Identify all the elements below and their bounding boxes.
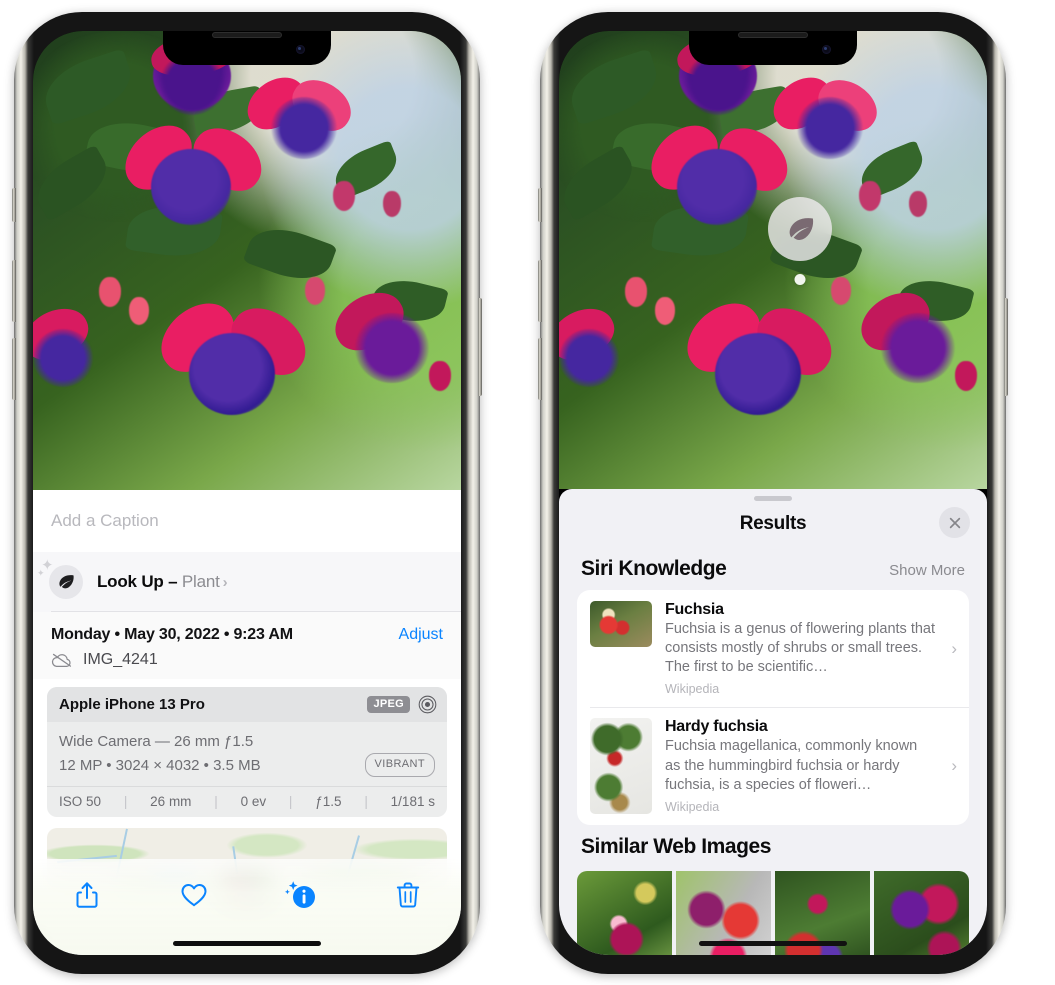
- volume-up-button[interactable]: [12, 260, 16, 322]
- home-indicator[interactable]: [173, 941, 321, 946]
- delete-button[interactable]: [381, 873, 435, 917]
- home-indicator[interactable]: [699, 941, 847, 946]
- list-item[interactable]: Fuchsia Fuchsia is a genus of flowering …: [577, 590, 969, 707]
- earpiece-speaker: [212, 32, 282, 38]
- result-thumbnail: [590, 718, 652, 815]
- chevron-right-icon: ›: [951, 756, 957, 776]
- show-more-button[interactable]: Show More: [889, 562, 965, 579]
- exif-separator: |: [288, 794, 293, 810]
- visual-lookup-pin[interactable]: [768, 197, 832, 261]
- exif-row: ISO 50 | 26 mm | 0 ev | ƒ1.5 | 1/181 s: [47, 786, 447, 817]
- result-source: Wikipedia: [665, 682, 720, 697]
- list-item[interactable]: Hardy fuchsia Fuchsia magellanica, commo…: [577, 707, 969, 825]
- result-description: Fuchsia is a genus of flowering plants t…: [665, 621, 936, 676]
- leaf-icon: [789, 217, 813, 240]
- iphone-left-screen: Add a Caption ✦ ✦ Look Up – Plant › Monda…: [33, 31, 461, 955]
- exif-separator: |: [123, 794, 128, 810]
- web-image-thumbnail[interactable]: [874, 871, 969, 955]
- favorite-button[interactable]: [167, 873, 221, 917]
- cloud-slash-icon: [51, 653, 72, 667]
- camera-info-card: Apple iPhone 13 Pro JPEG Wide Camera — 2…: [47, 687, 447, 818]
- chevron-right-icon: ›: [222, 574, 228, 591]
- earpiece-speaker: [738, 32, 808, 38]
- volume-up-button[interactable]: [538, 260, 542, 322]
- front-camera: [822, 45, 831, 54]
- close-icon: [949, 517, 960, 528]
- fuchsia-flowers-photo[interactable]: [559, 31, 987, 489]
- sheet-title: Results: [739, 513, 807, 534]
- iphone-left-device: Add a Caption ✦ ✦ Look Up – Plant › Monda…: [12, 12, 482, 974]
- exif-focal-length: 26 mm: [150, 794, 192, 810]
- volume-down-button[interactable]: [12, 338, 16, 400]
- info-button[interactable]: [274, 873, 328, 917]
- exif-separator: |: [364, 794, 368, 810]
- look-up-prefix: Look Up –: [97, 572, 182, 591]
- result-thumbnail: [590, 601, 652, 647]
- siri-knowledge-cards: Fuchsia Fuchsia is a genus of flowering …: [577, 590, 969, 826]
- sparkle-small-icon: ✦: [37, 568, 45, 578]
- mute-switch[interactable]: [538, 188, 542, 222]
- mute-switch[interactable]: [12, 188, 16, 222]
- siri-knowledge-header: Siri Knowledge Show More: [559, 547, 987, 590]
- look-up-row[interactable]: ✦ ✦ Look Up – Plant ›: [33, 552, 461, 612]
- notch: [163, 31, 331, 65]
- result-source: Wikipedia: [665, 799, 720, 814]
- result-title: Fuchsia: [665, 601, 724, 618]
- lens-icon: [418, 695, 437, 714]
- camera-device-name: Apple iPhone 13 Pro: [59, 696, 205, 713]
- image-size-line: 12 MP • 3024 × 4032 • 3.5 MB: [59, 756, 261, 774]
- similar-web-images-title: Similar Web Images: [581, 835, 771, 859]
- exif-separator: |: [214, 794, 218, 810]
- trash-icon: [396, 882, 419, 908]
- photographic-style-badge: VIBRANT: [364, 753, 435, 778]
- photo-info-panel: Add a Caption ✦ ✦ Look Up – Plant › Monda…: [33, 490, 461, 955]
- result-description: Fuchsia magellanica, commonly known as t…: [665, 738, 918, 793]
- web-image-thumbnail[interactable]: [577, 871, 672, 955]
- share-button[interactable]: [60, 873, 114, 917]
- chevron-right-icon: ›: [951, 638, 957, 658]
- exif-shutter-speed: 1/181 s: [390, 794, 435, 810]
- result-title: Hardy fuchsia: [665, 718, 768, 736]
- siri-knowledge-title: Siri Knowledge: [581, 557, 727, 580]
- lens-description: Wide Camera — 26 mm ƒ1.5: [59, 733, 254, 750]
- volume-down-button[interactable]: [538, 338, 542, 400]
- exif-aperture: ƒ1.5: [315, 794, 342, 810]
- adjust-button[interactable]: Adjust: [399, 626, 443, 644]
- file-name: IMG_4241: [83, 651, 158, 668]
- similar-web-images-header: Similar Web Images: [559, 825, 987, 863]
- close-button[interactable]: [939, 507, 970, 538]
- results-sheet: Results Siri Knowledge Show More Fuchsia…: [559, 489, 987, 955]
- exif-exposure-bias: 0 ev: [240, 794, 267, 810]
- power-button[interactable]: [1004, 298, 1008, 396]
- notch: [689, 31, 857, 65]
- iphone-right-device: Results Siri Knowledge Show More Fuchsia…: [538, 12, 1008, 974]
- look-up-subject: Plant: [181, 572, 220, 591]
- look-up-label: Look Up – Plant ›: [97, 572, 228, 592]
- caption-input[interactable]: Add a Caption: [33, 490, 461, 552]
- power-button[interactable]: [478, 298, 482, 396]
- capture-date: Monday • May 30, 2022 • 9:23 AM: [51, 626, 293, 643]
- heart-icon: [181, 884, 206, 907]
- front-camera: [296, 45, 305, 54]
- exif-iso: ISO 50: [59, 794, 102, 810]
- metadata-section: Monday • May 30, 2022 • 9:23 AM Adjust I…: [33, 612, 461, 679]
- iphone-right-screen: Results Siri Knowledge Show More Fuchsia…: [559, 31, 987, 955]
- leaf-icon: ✦ ✦: [37, 558, 83, 599]
- format-badge: JPEG: [367, 696, 410, 713]
- fuchsia-flowers-photo[interactable]: [33, 31, 461, 490]
- info-sparkle-icon: [284, 881, 315, 908]
- share-icon: [76, 882, 97, 908]
